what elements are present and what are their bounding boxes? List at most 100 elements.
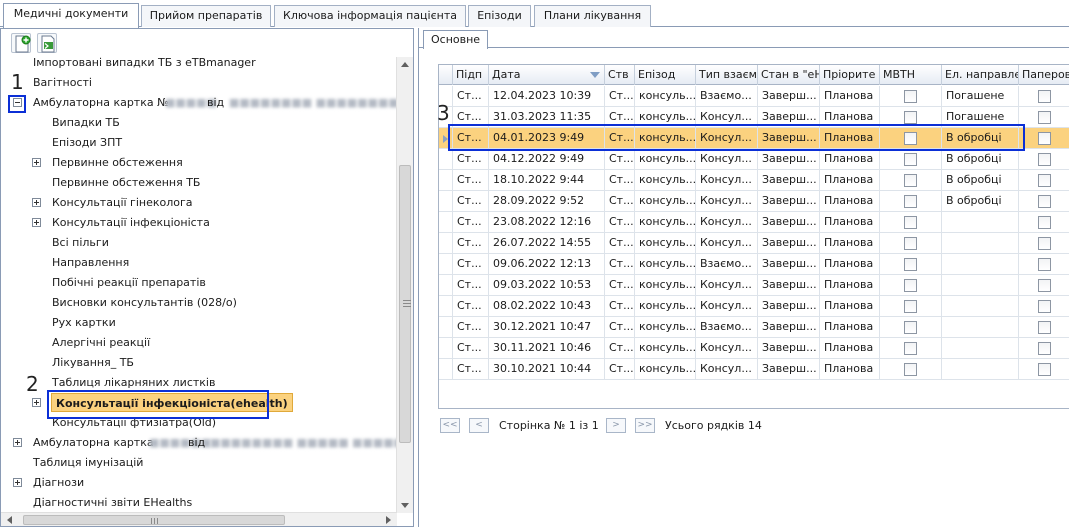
mvtn-checkbox[interactable] (904, 258, 917, 271)
paper-checkbox[interactable] (1038, 237, 1051, 250)
expand-icon[interactable] (13, 438, 22, 447)
column-header-date[interactable]: Дата (488, 65, 604, 85)
cell-c0: Ст... (452, 296, 488, 317)
column-header-signature[interactable]: Підп (452, 65, 488, 85)
mvtn-checkbox[interactable] (904, 321, 917, 334)
table-row[interactable]: Ст... 28.09.2022 9:52 Ст... консуль... Консу… (439, 191, 1069, 212)
prev-page-button[interactable]: < (469, 418, 489, 433)
expand-icon[interactable] (13, 478, 22, 487)
column-header-paper[interactable]: Паперов (1018, 65, 1069, 85)
mvtn-checkbox[interactable] (904, 195, 917, 208)
table-row[interactable]: Ст... 26.07.2022 14:55 Ст... консуль... Конс… (439, 233, 1069, 254)
paper-checkbox[interactable] (1038, 153, 1051, 166)
mvtn-checkbox[interactable] (904, 174, 917, 187)
mvtn-checkbox[interactable] (904, 216, 917, 229)
table-row[interactable]: Ст... 30.12.2021 10:47 Ст... консуль... Взає… (439, 317, 1069, 338)
last-page-button[interactable]: >> (635, 418, 655, 433)
cell-type: Консул... (695, 338, 757, 359)
cell-mvtn (879, 233, 941, 254)
tab-drug-intake[interactable]: Прийом препаратів (141, 5, 271, 27)
table-row[interactable]: Ст... 08.02.2022 10:43 Ст... консуль... Конс… (439, 296, 1069, 317)
tab-main[interactable]: Основне (423, 30, 489, 49)
cell-type: Консул... (695, 191, 757, 212)
mvtn-checkbox[interactable] (904, 237, 917, 250)
table-row[interactable]: Ст... 04.12.2022 9:49 Ст... консуль... Консу… (439, 149, 1069, 170)
paper-checkbox[interactable] (1038, 279, 1051, 292)
paper-checkbox[interactable] (1038, 132, 1051, 145)
column-header-ehealth-state[interactable]: Стан в "eH (757, 65, 819, 85)
scroll-up-icon[interactable] (401, 62, 409, 67)
tree-item-label: Побічні реакції препаратів (52, 276, 206, 289)
tab-treatment-plans[interactable]: Плани лікування (534, 5, 651, 27)
mvtn-checkbox[interactable] (904, 132, 917, 145)
table-row[interactable]: Ст... 18.10.2022 9:44 Ст... консуль... Консу… (439, 170, 1069, 191)
tab-episodes[interactable]: Епізоди (468, 5, 531, 27)
next-page-button[interactable]: > (606, 418, 626, 433)
table-row[interactable]: Ст... 04.01.2023 9:49 Ст... консуль... Консу… (439, 128, 1069, 149)
mvtn-checkbox[interactable] (904, 111, 917, 124)
table-row[interactable]: Ст... 09.06.2022 12:13 Ст... консуль... Взає… (439, 254, 1069, 275)
scroll-down-icon[interactable] (401, 503, 409, 508)
tree-horizontal-scrollbar[interactable] (1, 512, 397, 526)
mvtn-checkbox[interactable] (904, 363, 917, 376)
table-row[interactable]: Ст... 23.08.2022 12:16 Ст... консуль... Конс… (439, 212, 1069, 233)
mvtn-checkbox[interactable] (904, 279, 917, 292)
cell-episode: консуль... (634, 170, 695, 191)
paper-checkbox[interactable] (1038, 111, 1051, 124)
cell-priority: Планова (819, 275, 879, 296)
table-row[interactable]: Ст... 30.11.2021 10:46 Ст... консуль... Конс… (439, 338, 1069, 359)
expand-icon[interactable] (32, 398, 41, 407)
table-row[interactable]: Ст... 12.04.2023 10:39 Ст... консуль... Взає… (439, 86, 1069, 107)
table-row[interactable]: Ст... 31.03.2023 11:35 Ст... консуль... Конс… (439, 107, 1069, 128)
cell-c2: Ст... (604, 170, 634, 191)
paper-checkbox[interactable] (1038, 300, 1051, 313)
tab-medical-documents[interactable]: Медичні документи (3, 3, 139, 28)
paper-checkbox[interactable] (1038, 321, 1051, 334)
expand-icon[interactable] (32, 158, 41, 167)
tree-item-label: Рух картки (52, 316, 116, 329)
first-page-button[interactable]: << (440, 418, 460, 433)
scroll-right-icon[interactable] (386, 516, 391, 524)
paper-checkbox[interactable] (1038, 258, 1051, 271)
tree-item-label: Лікування_ ТБ (52, 356, 134, 369)
add-document-button[interactable] (11, 33, 31, 53)
tree-toolbar (1, 29, 413, 57)
tree-item-label: Діагностичні звіти EHealths (33, 496, 193, 509)
column-header-e-referral[interactable]: Ел. направле (941, 65, 1018, 85)
expand-icon[interactable] (32, 218, 41, 227)
table-row[interactable]: Ст... 09.03.2022 10:53 Ст... консуль... Конс… (439, 275, 1069, 296)
mvtn-checkbox[interactable] (904, 342, 917, 355)
tab-key-patient-info[interactable]: Ключова інформація пацієнта (274, 5, 466, 27)
cell-paper (1018, 170, 1069, 191)
column-header-mvtn[interactable]: МВТН (879, 65, 941, 85)
paper-checkbox[interactable] (1038, 90, 1051, 103)
scroll-left-icon[interactable] (7, 516, 12, 524)
expand-icon[interactable] (32, 198, 41, 207)
tree-vertical-scrollbar[interactable] (396, 57, 413, 513)
column-header-created[interactable]: Ств (604, 65, 634, 85)
cell-mvtn (879, 107, 941, 128)
tree-item-infectionist-ehealth[interactable]: Консультації інфекціоніста(ehealth) (1, 393, 301, 413)
grip-line (403, 303, 411, 304)
column-header-interaction-type[interactable]: Тип взаєм (695, 65, 757, 85)
cell-mvtn (879, 86, 941, 107)
column-header-episode[interactable]: Епізод (634, 65, 695, 85)
cell-episode: консуль... (634, 317, 695, 338)
mvtn-checkbox[interactable] (904, 153, 917, 166)
paper-checkbox[interactable] (1038, 195, 1051, 208)
paper-checkbox[interactable] (1038, 342, 1051, 355)
mvtn-checkbox[interactable] (904, 300, 917, 313)
table-row[interactable]: Ст... 30.10.2021 10:44 Ст... консуль... Конс… (439, 359, 1069, 380)
column-header-priority[interactable]: Пріорите (819, 65, 879, 85)
scroll-thumb[interactable] (23, 515, 285, 525)
scroll-thumb[interactable] (399, 165, 411, 443)
collapse-icon[interactable] (13, 98, 22, 107)
paper-checkbox[interactable] (1038, 363, 1051, 376)
cell-date: 28.09.2022 9:52 (488, 191, 604, 212)
export-document-button[interactable] (37, 33, 57, 53)
paper-checkbox[interactable] (1038, 174, 1051, 187)
cell-state: Заверш... (757, 128, 819, 149)
paper-checkbox[interactable] (1038, 216, 1051, 229)
mvtn-checkbox[interactable] (904, 90, 917, 103)
cell-c2: Ст... (604, 212, 634, 233)
